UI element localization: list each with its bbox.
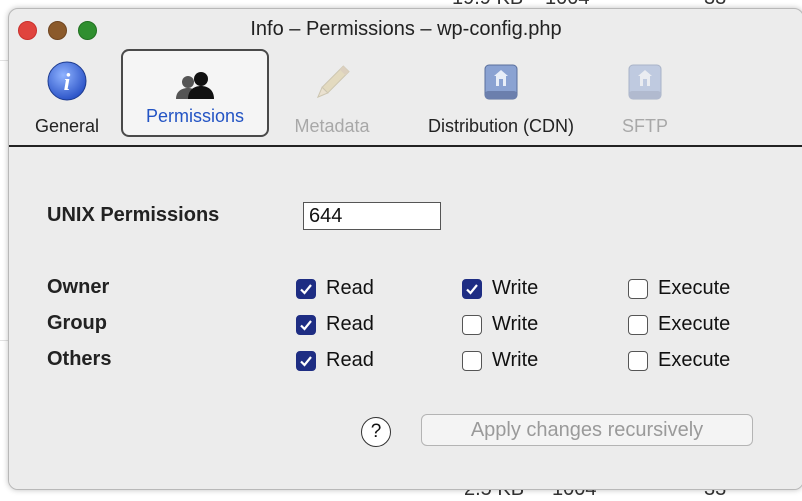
group-write-checkbox[interactable]: Write [462, 313, 538, 336]
owner-execute-checkbox[interactable]: Execute [628, 277, 730, 300]
checkbox-label: Execute [658, 277, 731, 299]
unix-permissions-input[interactable] [303, 202, 441, 230]
owner-read-checkbox[interactable]: Read [296, 277, 374, 300]
apply-label: Apply changes recursively [470, 418, 704, 441]
checkbox-label: Execute [658, 313, 731, 335]
checkbox-box[interactable] [462, 350, 482, 371]
checkbox-box[interactable] [296, 314, 316, 335]
checkbox-box[interactable] [628, 350, 648, 371]
help-button[interactable]: ? [361, 417, 391, 447]
users-icon [171, 61, 219, 109]
owner-write-checkbox[interactable]: Write [462, 277, 538, 300]
info-icon: i [43, 59, 91, 107]
others-write-checkbox[interactable]: Write [462, 349, 538, 372]
checkbox-box[interactable] [628, 278, 648, 299]
group-execute-checkbox[interactable]: Execute [628, 313, 730, 336]
checkbox-label: Execute [658, 349, 731, 371]
others-execute-checkbox[interactable]: Execute [628, 349, 730, 372]
tab-label: General [34, 116, 100, 136]
title-bar[interactable]: Info – Permissions – wp-config.php [9, 9, 802, 49]
others-read-checkbox[interactable]: Read [296, 349, 374, 372]
toolbar: i General Permissions Metadata Distribut… [9, 49, 802, 147]
svg-text:i: i [64, 70, 71, 96]
owner-label: Owner [47, 276, 110, 298]
pencil-icon [308, 59, 356, 107]
unix-permissions-label: UNIX Permissions [47, 204, 220, 226]
checkbox-box[interactable] [462, 314, 482, 335]
checkbox-label: Read [326, 349, 374, 371]
checkbox-label: Read [326, 313, 374, 335]
apply-recursively-button[interactable]: Apply changes recursively [421, 414, 753, 446]
permissions-pane: UNIX Permissions Owner Read Write Execut… [9, 148, 802, 489]
tab-permissions[interactable]: Permissions [121, 49, 269, 137]
drive-icon [621, 59, 669, 107]
help-icon: ? [370, 421, 382, 442]
checkbox-box[interactable] [628, 314, 648, 335]
tab-metadata[interactable]: Metadata [277, 49, 387, 147]
tab-sftp[interactable]: SFTP [605, 49, 685, 147]
checkbox-label: Write [492, 277, 539, 299]
tab-label: SFTP [621, 116, 668, 136]
checkbox-label: Read [326, 277, 374, 299]
toolbar-divider [9, 145, 802, 147]
info-window: Info – Permissions – wp-config.php i Gen… [8, 8, 802, 490]
tab-distribution[interactable]: Distribution (CDN) [401, 49, 601, 147]
group-read-checkbox[interactable]: Read [296, 313, 374, 336]
window-title: Info – Permissions – wp-config.php [250, 18, 562, 40]
group-label: Group [47, 312, 107, 334]
checkbox-box[interactable] [462, 278, 482, 299]
tab-label: Distribution (CDN) [427, 116, 575, 136]
tab-label: Metadata [294, 116, 370, 136]
checkbox-label: Write [492, 349, 539, 371]
tab-label: Permissions [145, 106, 245, 126]
checkbox-box[interactable] [296, 278, 316, 299]
checkbox-label: Write [492, 313, 539, 335]
tab-general[interactable]: i General [17, 49, 117, 147]
drive-icon [477, 59, 525, 107]
unix-permissions-field[interactable] [304, 203, 440, 229]
others-label: Others [47, 348, 112, 370]
checkbox-box[interactable] [296, 350, 316, 371]
